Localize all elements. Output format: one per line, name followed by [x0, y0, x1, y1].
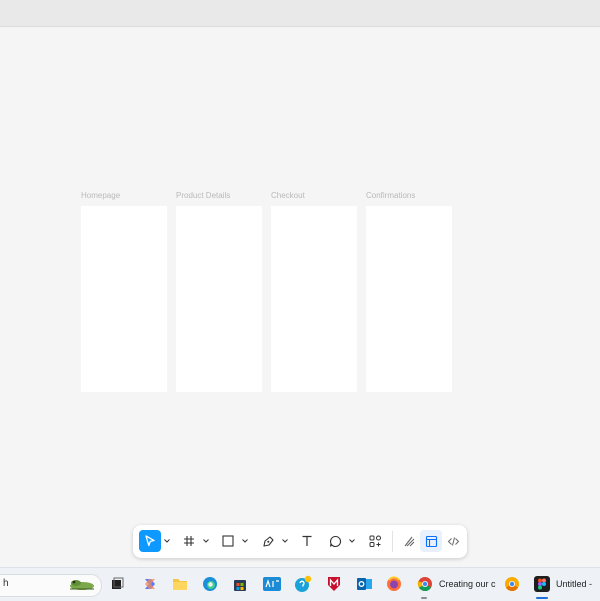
microsoft-store-icon[interactable] — [231, 575, 249, 593]
pen-tool-dropdown[interactable] — [281, 537, 289, 545]
frame-label-homepage[interactable]: Homepage — [81, 191, 120, 200]
move-tool-dropdown[interactable] — [163, 537, 171, 545]
firefox-logo-icon — [387, 576, 401, 591]
firefox-icon[interactable] — [385, 575, 403, 593]
frame-label-confirmations[interactable]: Confirmations — [366, 191, 415, 200]
cursor-icon — [145, 535, 155, 547]
outlook-icon[interactable] — [355, 575, 373, 593]
shape-tool-dropdown[interactable] — [241, 537, 249, 545]
pen-tool-button[interactable] — [257, 530, 279, 552]
task-view-glyph-icon — [112, 577, 124, 589]
draw-mode-button[interactable] — [398, 530, 420, 552]
text-tool-button[interactable] — [296, 530, 318, 552]
figma-logo-icon — [534, 576, 550, 592]
design-mode-icon — [425, 535, 437, 547]
figma-active-indicator — [536, 597, 548, 599]
copilot-icon[interactable] — [141, 575, 159, 593]
move-tool-button[interactable] — [139, 530, 161, 552]
chevron-down-icon — [242, 539, 248, 543]
actions-tool-button[interactable] — [364, 530, 386, 552]
frame-product-details[interactable] — [176, 206, 262, 392]
mcafee-shield-icon — [328, 577, 340, 591]
blue-app-logo-icon — [263, 577, 281, 591]
tool-bar — [133, 525, 467, 558]
chrome-window-label[interactable]: Creating our c — [439, 579, 496, 589]
chrome-running-indicator — [421, 597, 427, 599]
chrome-icon[interactable] — [416, 575, 434, 593]
frame-icon — [184, 536, 194, 546]
chrome-logo-icon — [417, 577, 432, 592]
text-icon — [302, 535, 312, 546]
draw-icon — [404, 536, 414, 546]
comment-tool-dropdown[interactable] — [348, 537, 356, 545]
pen-icon — [262, 535, 274, 547]
task-view-icon[interactable] — [108, 575, 126, 593]
chevron-down-icon — [203, 539, 209, 543]
chrome-canary-logo-icon — [505, 577, 519, 592]
chevron-down-icon — [164, 539, 170, 543]
frame-tool-dropdown[interactable] — [202, 537, 210, 545]
comment-icon — [329, 535, 341, 547]
frame-label-product-details[interactable]: Product Details — [176, 191, 230, 200]
search-input-text: h — [3, 578, 9, 589]
chevron-down-icon — [349, 539, 355, 543]
dev-mode-button[interactable] — [442, 530, 464, 552]
frame-label-checkout[interactable]: Checkout — [271, 191, 305, 200]
frame-homepage[interactable] — [81, 206, 167, 392]
app-icon-help[interactable] — [294, 575, 312, 593]
figma-window-label[interactable]: Untitled - — [556, 579, 592, 589]
chrome-alt-icon[interactable] — [503, 575, 521, 593]
window-title-bar — [0, 0, 600, 27]
app-icon-blue[interactable] — [263, 575, 281, 593]
search-highlight-image-icon[interactable] — [66, 575, 98, 593]
taskbar: h Creating our c Untitled - — [0, 567, 600, 601]
help-app-logo-icon — [295, 575, 312, 592]
outlook-logo-icon — [356, 578, 372, 590]
toolbar-divider — [392, 531, 393, 552]
actions-icon — [369, 535, 381, 547]
design-mode-button[interactable] — [420, 530, 442, 552]
file-explorer-icon[interactable] — [171, 575, 189, 593]
copilot-glyph-icon — [145, 579, 155, 589]
frame-tool-button[interactable] — [178, 530, 200, 552]
mcafee-icon[interactable] — [325, 575, 343, 593]
rectangle-icon — [222, 535, 234, 547]
store-bag-icon — [234, 580, 246, 591]
frog-illustration-icon — [70, 580, 94, 590]
edge-browser-icon[interactable] — [201, 575, 219, 593]
folder-icon — [173, 579, 187, 590]
edge-logo-icon — [203, 577, 217, 591]
shape-tool-button[interactable] — [217, 530, 239, 552]
chevron-down-icon — [282, 539, 288, 543]
code-icon — [447, 536, 459, 546]
frame-checkout[interactable] — [271, 206, 357, 392]
comment-tool-button[interactable] — [324, 530, 346, 552]
frame-confirmations[interactable] — [366, 206, 452, 392]
figma-app-icon[interactable] — [533, 575, 551, 593]
